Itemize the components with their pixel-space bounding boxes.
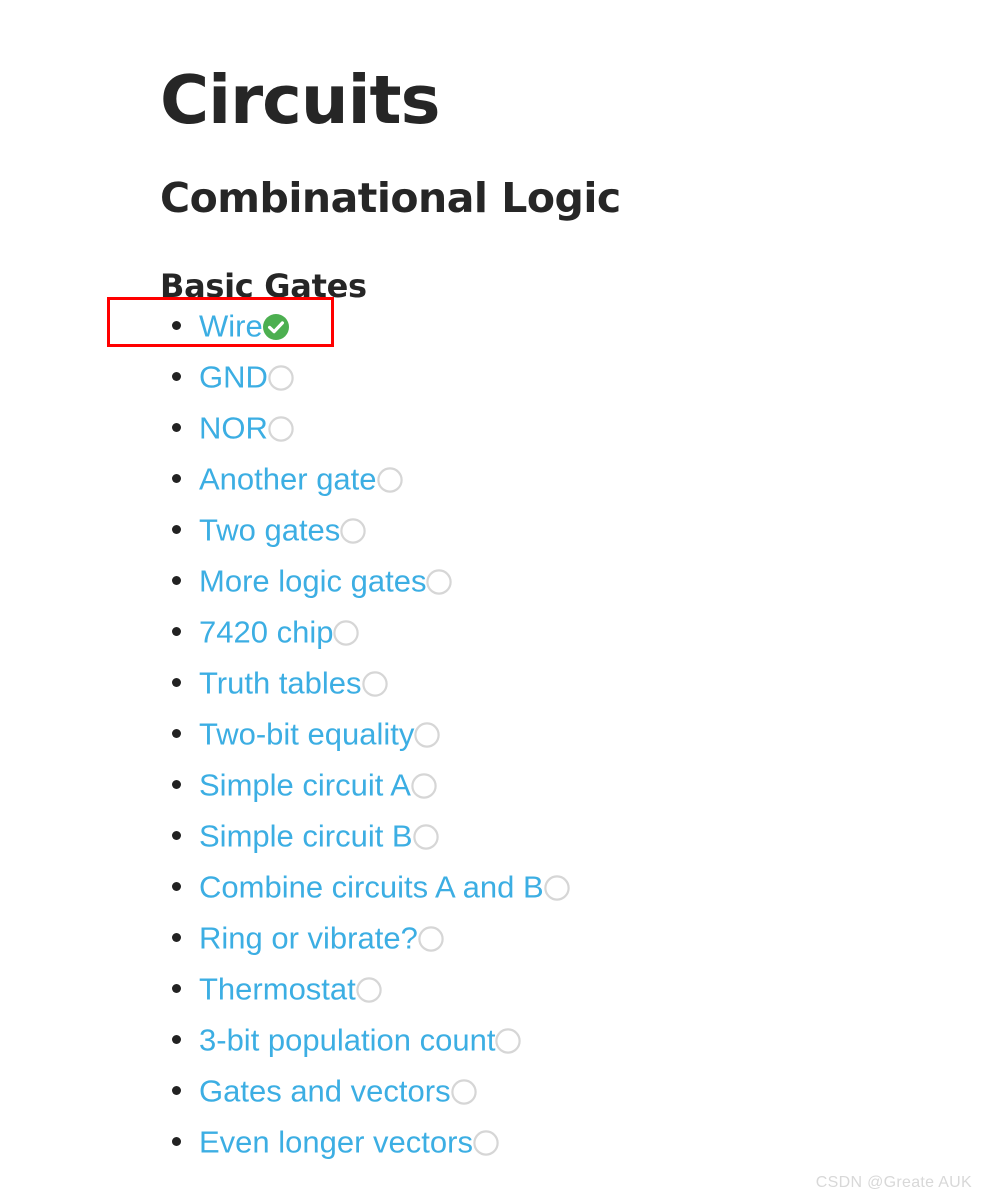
- exercise-link[interactable]: Truth tables: [199, 665, 362, 700]
- exercise-link[interactable]: 7420 chip: [199, 614, 333, 649]
- exercise-link[interactable]: Even longer vectors: [199, 1124, 473, 1159]
- subsection-heading-basic-gates: Basic Gates: [160, 267, 367, 305]
- list-item[interactable]: Ring or vibrate?: [0, 912, 570, 963]
- exercise-link[interactable]: More logic gates: [199, 563, 426, 598]
- circle-outline-icon: [495, 1028, 522, 1054]
- circle-outline-icon: [356, 977, 382, 1003]
- list-bullet-icon: [172, 1035, 181, 1044]
- watermark: CSDN @Greate AUK: [815, 1174, 972, 1191]
- exercise-link[interactable]: Simple circuit A: [199, 767, 411, 802]
- list-bullet-icon: [172, 831, 181, 840]
- list-item[interactable]: Two-bit equality: [0, 708, 570, 759]
- circle-outline-icon: [426, 569, 453, 595]
- list-bullet-icon: [172, 576, 181, 585]
- exercise-link[interactable]: Ring or vibrate?: [199, 920, 418, 955]
- exercise-link[interactable]: Combine circuits A and B: [199, 869, 544, 904]
- list-bullet-icon: [172, 984, 181, 993]
- list-item[interactable]: Combine circuits A and B: [0, 861, 570, 912]
- list-bullet-icon: [172, 933, 181, 942]
- list-item[interactable]: Two gates: [0, 504, 570, 555]
- list-item[interactable]: Gates and vectors: [0, 1065, 570, 1116]
- list-bullet-icon: [172, 729, 181, 738]
- circle-outline-icon: [543, 875, 570, 901]
- exercise-link[interactable]: Wire: [199, 308, 263, 343]
- page-root: Circuits Combinational Logic Basic Gates…: [0, 0, 986, 1202]
- circle-outline-icon: [340, 518, 367, 544]
- list-bullet-icon: [172, 780, 181, 789]
- check-circle-filled-icon: [262, 313, 289, 340]
- section-heading-combinational-logic: Combinational Logic: [160, 174, 621, 223]
- circle-outline-icon: [412, 824, 439, 850]
- page-title: Circuits: [160, 60, 440, 139]
- circle-outline-icon: [268, 416, 294, 442]
- list-bullet-icon: [172, 321, 181, 330]
- circle-outline-icon: [450, 1079, 477, 1105]
- circle-outline-icon: [473, 1130, 499, 1156]
- list-item[interactable]: Wire: [0, 300, 570, 351]
- list-bullet-icon: [172, 627, 181, 636]
- exercise-list: Wire GND NOR Another gate Two gates More logi…: [0, 300, 570, 1167]
- list-bullet-icon: [172, 1137, 181, 1146]
- list-bullet-icon: [172, 1086, 181, 1095]
- list-bullet-icon: [172, 474, 181, 483]
- circle-outline-icon: [361, 671, 388, 697]
- list-item[interactable]: GND: [0, 351, 570, 402]
- exercise-link[interactable]: Gates and vectors: [199, 1073, 451, 1108]
- exercise-link[interactable]: GND: [199, 359, 268, 394]
- circle-outline-icon: [414, 722, 441, 748]
- list-bullet-icon: [172, 678, 181, 687]
- list-item[interactable]: Another gate: [0, 453, 570, 504]
- exercise-link[interactable]: Thermostat: [199, 971, 356, 1006]
- list-bullet-icon: [172, 525, 181, 534]
- exercise-link[interactable]: Two-bit equality: [199, 716, 414, 751]
- exercise-link[interactable]: Simple circuit B: [199, 818, 413, 853]
- exercise-link[interactable]: Another gate: [199, 461, 377, 496]
- circle-outline-icon: [333, 620, 360, 646]
- list-bullet-icon: [172, 372, 181, 381]
- list-item[interactable]: Truth tables: [0, 657, 570, 708]
- exercise-link[interactable]: 3-bit population count: [199, 1022, 495, 1057]
- circle-outline-icon: [411, 773, 437, 799]
- exercise-link[interactable]: Two gates: [199, 512, 340, 547]
- list-item[interactable]: Simple circuit A: [0, 759, 570, 810]
- list-item[interactable]: 3-bit population count: [0, 1014, 570, 1065]
- exercise-link[interactable]: NOR: [199, 410, 268, 445]
- list-bullet-icon: [172, 882, 181, 891]
- circle-outline-icon: [418, 926, 444, 952]
- list-item[interactable]: Thermostat: [0, 963, 570, 1014]
- circle-outline-icon: [268, 365, 294, 391]
- list-item[interactable]: Simple circuit B: [0, 810, 570, 861]
- list-item[interactable]: More logic gates: [0, 555, 570, 606]
- list-bullet-icon: [172, 423, 181, 432]
- circle-outline-icon: [376, 467, 403, 493]
- list-item[interactable]: 7420 chip: [0, 606, 570, 657]
- list-item[interactable]: NOR: [0, 402, 570, 453]
- list-item[interactable]: Even longer vectors: [0, 1116, 570, 1167]
